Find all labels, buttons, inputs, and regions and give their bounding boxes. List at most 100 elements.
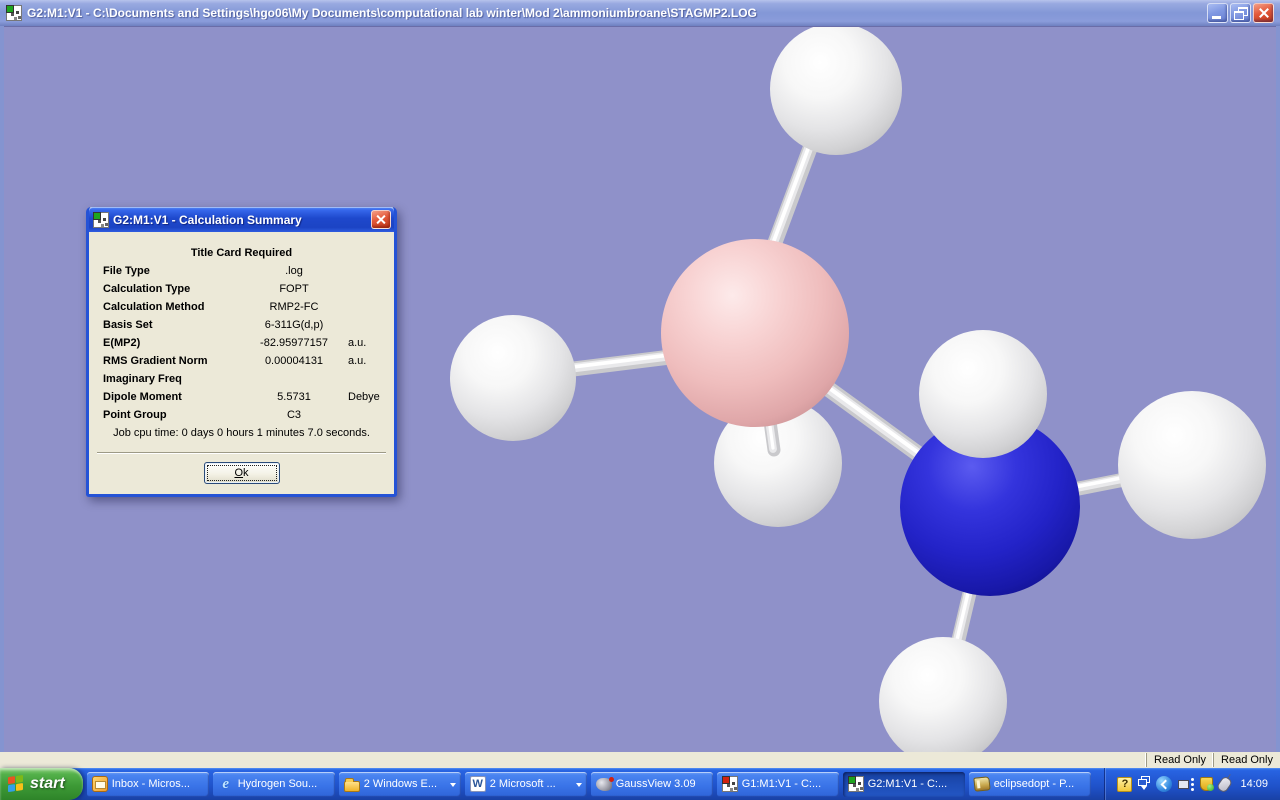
expand-arrow-icon xyxy=(1141,786,1147,793)
taskbar-button[interactable]: 2 Windows E... xyxy=(339,772,461,797)
gaussview-window: G2:M1:V1 - C:\Documents and Settings\hgo… xyxy=(0,0,1280,800)
summary-row: Point GroupC3 xyxy=(89,406,394,424)
windows-flag-icon xyxy=(8,775,24,793)
taskbar-button-label: G2:M1:V1 - C:... xyxy=(868,778,960,790)
summary-row-unit xyxy=(344,316,382,334)
taskbar-button[interactable]: G2:M1:V1 - C:... xyxy=(843,772,965,797)
atom-B[interactable] xyxy=(661,239,849,427)
gaussview-doc-red-icon xyxy=(722,776,738,792)
taskbar-button-label: 2 Windows E... xyxy=(364,778,446,790)
summary-row-value: 6-311G(d,p) xyxy=(244,316,344,334)
summary-row-label: Basis Set xyxy=(103,316,244,334)
taskbar-button[interactable]: GaussView 3.09 xyxy=(591,772,713,797)
minimize-button[interactable] xyxy=(1207,3,1228,23)
summary-row: Basis Set6-311G(d,p) xyxy=(89,316,394,334)
taskbar-button[interactable]: e Hydrogen Sou... xyxy=(213,772,335,797)
summary-row-unit xyxy=(344,262,382,280)
summary-row: E(MP2)-82.95977157a.u. xyxy=(89,334,394,352)
atom-H[interactable] xyxy=(770,27,902,155)
taskbar-button-label: GaussView 3.09 xyxy=(616,778,708,790)
system-tray: ? 14:09 xyxy=(1104,768,1280,800)
close-button[interactable] xyxy=(1253,3,1274,23)
summary-row-value: RMP2-FC xyxy=(244,298,344,316)
start-button[interactable]: start xyxy=(0,768,83,800)
window-title: G2:M1:V1 - C:\Documents and Settings\hgo… xyxy=(27,6,1202,20)
summary-row-label: RMS Gradient Norm xyxy=(103,352,244,370)
atom-H[interactable] xyxy=(919,330,1047,458)
ie-icon: e xyxy=(218,776,234,792)
status-readonly-2: Read Only xyxy=(1213,753,1280,767)
restore-button[interactable] xyxy=(1230,3,1251,23)
summary-row-label: Calculation Method xyxy=(103,298,244,316)
network-icon[interactable] xyxy=(1178,778,1194,791)
taskbar-button-label: Hydrogen Sou... xyxy=(238,778,330,790)
summary-row-unit: Debye xyxy=(344,388,382,406)
summary-row-value: 0.00004131 xyxy=(244,352,344,370)
eclipsedopt-icon xyxy=(973,776,990,792)
taskbar-button[interactable]: Inbox - Micros... xyxy=(87,772,209,797)
summary-row-value xyxy=(244,370,344,388)
summary-row-label: Calculation Type xyxy=(103,280,244,298)
hide-icons-chevron-icon[interactable] xyxy=(1156,776,1172,792)
dialog-title: G2:M1:V1 - Calculation Summary xyxy=(113,213,367,227)
help-icon[interactable]: ? xyxy=(1117,777,1132,792)
summary-row-value: 5.5731 xyxy=(244,388,344,406)
calculation-summary-dialog: G2:M1:V1 - Calculation Summary Title Car… xyxy=(86,207,397,497)
word-icon: W xyxy=(470,776,486,792)
summary-row-unit xyxy=(344,406,382,424)
atom-H[interactable] xyxy=(879,637,1007,752)
summary-row: Imaginary Freq xyxy=(89,370,394,388)
clock: 14:09 xyxy=(1240,778,1268,790)
dialog-titlebar: G2:M1:V1 - Calculation Summary xyxy=(89,207,394,232)
outlook-icon xyxy=(92,776,108,792)
task-buttons: Inbox - Micros... e Hydrogen Sou... 2 Windo… xyxy=(87,772,1091,797)
cpu-time-line: Job cpu time: 0 days 0 hours 1 minutes 7… xyxy=(89,424,394,442)
restore-windows-icon xyxy=(1138,776,1150,785)
summary-row-unit: a.u. xyxy=(344,334,382,352)
atom-H[interactable] xyxy=(1118,391,1266,539)
gaussview-icon xyxy=(596,778,612,791)
gaussview-doc-green-icon xyxy=(848,776,864,792)
taskbar-button-label: G1:M1:V1 - C:... xyxy=(742,778,834,790)
summary-row-value: FOPT xyxy=(244,280,344,298)
ok-button[interactable]: Ok xyxy=(204,462,280,484)
dialog-close-icon[interactable] xyxy=(371,210,391,229)
tray-windows-group[interactable] xyxy=(1138,776,1150,793)
taskbar-button-label: Inbox - Micros... xyxy=(112,778,204,790)
dialog-body: Title Card Required File Type.logCalcula… xyxy=(89,232,394,494)
summary-row-label: File Type xyxy=(103,262,244,280)
taskbar-button-label: eclipsedopt - P... xyxy=(994,778,1086,790)
atom-H[interactable] xyxy=(450,315,576,441)
summary-row-unit xyxy=(344,298,382,316)
summary-row-unit: a.u. xyxy=(344,352,382,370)
folder-icon xyxy=(344,781,360,792)
summary-rows: File Type.logCalculation TypeFOPTCalcula… xyxy=(89,262,394,424)
gaussview-doc-icon xyxy=(93,212,109,228)
status-bar: Read Only Read Only xyxy=(0,752,1280,768)
summary-row-value: .log xyxy=(244,262,344,280)
gaussview-doc-icon xyxy=(6,5,22,21)
taskbar-button[interactable]: eclipsedopt - P... xyxy=(969,772,1091,797)
summary-row-value: C3 xyxy=(244,406,344,424)
summary-row-label: E(MP2) xyxy=(103,334,244,352)
taskbar: start Inbox - Micros... e Hydrogen Sou... 2… xyxy=(0,768,1280,800)
taskbar-button[interactable]: G1:M1:V1 - C:... xyxy=(717,772,839,797)
mouse-icon[interactable] xyxy=(1216,775,1234,794)
summary-row-unit xyxy=(344,370,382,388)
summary-row: Dipole Moment5.5731Debye xyxy=(89,388,394,406)
taskbar-button[interactable]: W 2 Microsoft ... xyxy=(465,772,587,797)
summary-row: RMS Gradient Norm0.00004131a.u. xyxy=(89,352,394,370)
summary-row: File Type.log xyxy=(89,262,394,280)
taskbar-button-label: 2 Microsoft ... xyxy=(490,778,572,790)
summary-row-label: Dipole Moment xyxy=(103,388,244,406)
start-label: start xyxy=(30,775,65,793)
summary-row-unit xyxy=(344,280,382,298)
summary-row-value: -82.95977157 xyxy=(244,334,344,352)
summary-row: Calculation MethodRMP2-FC xyxy=(89,298,394,316)
window-titlebar: G2:M1:V1 - C:\Documents and Settings\hgo… xyxy=(0,0,1280,26)
summary-row-label: Point Group xyxy=(103,406,244,424)
group-dropdown-arrow-icon[interactable] xyxy=(450,783,456,790)
security-shield-icon[interactable] xyxy=(1200,777,1213,791)
summary-header: Title Card Required xyxy=(89,244,394,262)
group-dropdown-arrow-icon[interactable] xyxy=(576,783,582,790)
